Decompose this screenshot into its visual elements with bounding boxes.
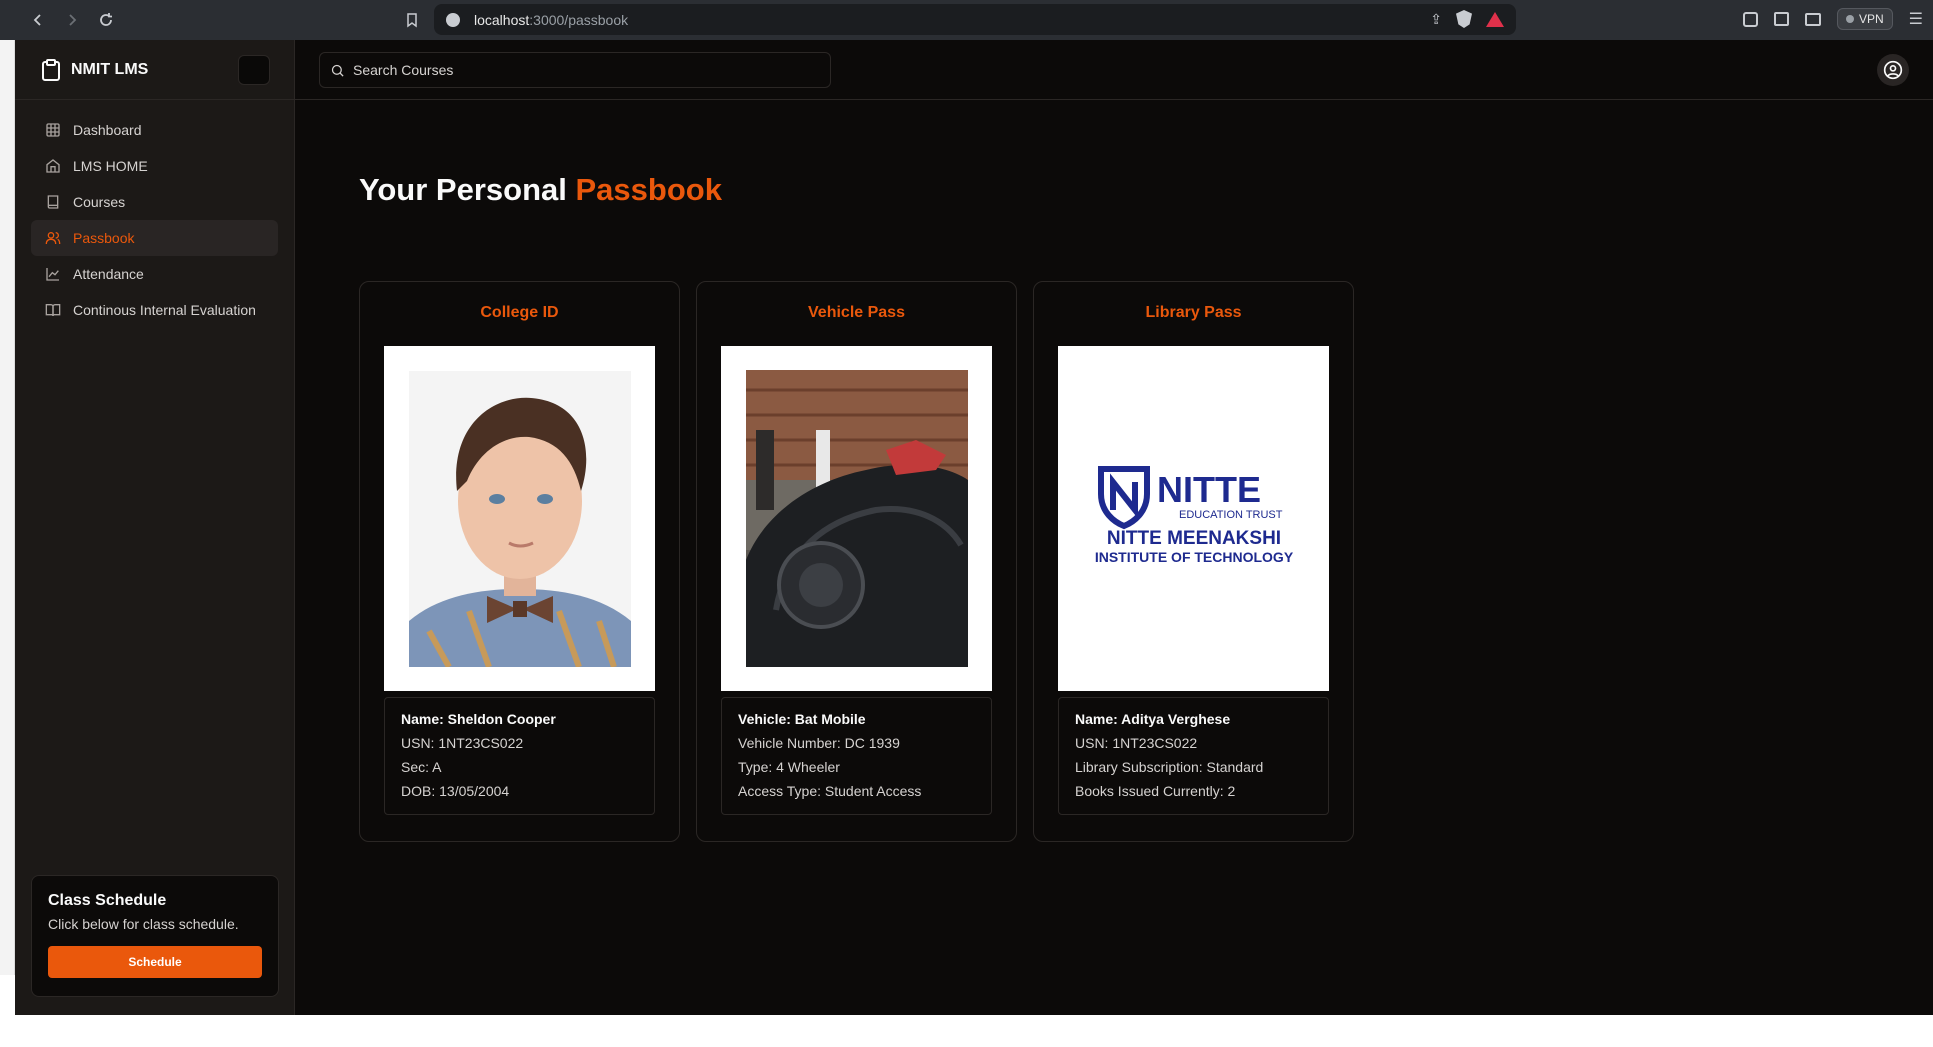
student-portrait <box>384 346 655 691</box>
clipboard-icon <box>42 58 60 81</box>
extensions-icon[interactable] <box>1742 11 1758 27</box>
nitte-logo: NITTE EDUCATION TRUST NITTE MEENAKSHI IN… <box>1058 346 1329 691</box>
url-path: :3000/passbook <box>529 11 629 28</box>
bookmark-icon[interactable] <box>398 6 426 34</box>
info-line: Vehicle Number: DC 1939 <box>738 735 900 751</box>
logo-line: NITTE MEENAKSHI <box>1106 528 1280 549</box>
users-icon <box>45 232 61 245</box>
brand-name: NMIT LMS <box>71 60 149 78</box>
page-title-prefix: Your Personal <box>359 172 576 207</box>
card-title: Library Pass <box>1145 304 1242 321</box>
batmobile-photo <box>721 346 992 691</box>
brave-shield-icon[interactable] <box>1456 10 1472 28</box>
rewards-icon[interactable] <box>1486 11 1504 27</box>
sidebar-toggle-icon[interactable] <box>1773 12 1789 26</box>
search-box <box>319 52 831 88</box>
info-line: Type: 4 Wheeler <box>738 759 840 775</box>
vehicle-info-box: Vehicle: Bat Mobile Vehicle Number: DC 1… <box>721 697 992 815</box>
logo-line: INSTITUTE OF TECHNOLOGY <box>1094 549 1293 565</box>
info-line: USN: 1NT23CS022 <box>1075 735 1198 751</box>
library-info-box: Name: Aditya Verghese USN: 1NT23CS022 Li… <box>1058 697 1329 815</box>
pass-cards: College ID Name: Sheldon Cooper USN: 1NT… <box>359 281 1354 842</box>
vehicle-pass-card: Vehicle Pass Vehicle: Bat Mobile Vehicle… <box>696 281 1017 842</box>
info-line: Books Issued Currently: 2 <box>1075 783 1236 799</box>
line-chart-icon <box>46 268 59 281</box>
window-edge <box>0 40 15 1047</box>
site-info-icon[interactable] <box>446 12 460 27</box>
page-title: Your Personal Passbook <box>359 172 722 208</box>
reload-icon[interactable] <box>92 6 120 34</box>
page-title-accent: Passbook <box>575 172 722 207</box>
url-host: localhost <box>474 11 530 28</box>
card-title: College ID <box>480 304 559 321</box>
vpn-status-icon <box>1845 15 1854 23</box>
desktop-background <box>0 1015 1933 1047</box>
info-line: DOB: 13/05/2004 <box>401 783 510 799</box>
schedule-description: Click below for class schedule. <box>48 916 239 932</box>
library-pass-card: Library Pass NITTE EDUCATION TRUST NITTE… <box>1033 281 1354 842</box>
sidebar-item-label: Courses <box>73 194 126 210</box>
info-line: Access Type: Student Access <box>738 783 922 799</box>
sidebar-item-passbook[interactable]: Passbook <box>31 220 278 256</box>
grid-icon <box>46 123 60 137</box>
sidebar: NMIT LMS Dashboard LMS HOME Courses Pass… <box>15 40 295 1015</box>
college-id-card: College ID Name: Sheldon Cooper USN: 1NT… <box>359 281 680 842</box>
logo-subtitle: EDUCATION TRUST <box>1179 509 1283 521</box>
share-icon[interactable]: ⇪ <box>1430 11 1442 28</box>
menu-icon[interactable]: ☰ <box>1909 9 1923 29</box>
logo-word: NITTE <box>1157 469 1261 510</box>
sidebar-item-lms-home[interactable]: LMS HOME <box>31 148 278 184</box>
address-bar[interactable]: localhost:3000/passbook ⇪ <box>434 4 1516 35</box>
card-title: Vehicle Pass <box>808 304 905 321</box>
vpn-label: VPN <box>1858 12 1884 26</box>
schedule-button[interactable]: Schedule <box>48 946 262 978</box>
sidebar-nav: Dashboard LMS HOME Courses Passbook Atte… <box>15 100 294 340</box>
brand-header: NMIT LMS <box>15 40 294 100</box>
topbar <box>295 40 1933 100</box>
browser-toolbar: localhost:3000/passbook ⇪ VPN ☰ <box>0 0 1933 40</box>
info-line: Sec: A <box>401 759 442 775</box>
forward-icon[interactable] <box>58 6 86 34</box>
home-icon <box>46 159 60 173</box>
main-content: Your Personal Passbook College ID Name: … <box>295 100 1933 1015</box>
vpn-button[interactable]: VPN <box>1836 8 1893 30</box>
id-info-box: Name: Sheldon Cooper USN: 1NT23CS022 Sec… <box>384 697 655 815</box>
schedule-title: Class Schedule <box>48 892 167 909</box>
book-open-icon <box>45 304 61 317</box>
sidebar-item-courses[interactable]: Courses <box>31 184 278 220</box>
theme-toggle-button[interactable] <box>238 55 270 85</box>
info-heading: Name: Sheldon Cooper <box>401 711 556 727</box>
sidebar-item-label: Continous Internal Evaluation <box>73 302 256 318</box>
wallet-icon[interactable] <box>1804 12 1821 26</box>
search-icon <box>331 64 344 77</box>
sidebar-item-dashboard[interactable]: Dashboard <box>31 112 278 148</box>
search-input[interactable] <box>353 62 813 78</box>
sidebar-item-label: Dashboard <box>73 122 142 138</box>
sidebar-item-label: Attendance <box>73 266 144 282</box>
info-line: Library Subscription: Standard <box>1075 759 1264 775</box>
info-heading: Vehicle: Bat Mobile <box>738 711 866 727</box>
sidebar-item-attendance[interactable]: Attendance <box>31 256 278 292</box>
user-circle-icon <box>1883 60 1903 80</box>
back-icon[interactable] <box>24 6 52 34</box>
info-line: USN: 1NT23CS022 <box>401 735 524 751</box>
sidebar-item-cie[interactable]: Continous Internal Evaluation <box>31 292 278 328</box>
info-heading: Name: Aditya Verghese <box>1075 711 1231 727</box>
class-schedule-card: Class Schedule Click below for class sch… <box>31 875 279 997</box>
app-window: NMIT LMS Dashboard LMS HOME Courses Pass… <box>15 40 1933 1015</box>
sidebar-item-label: LMS HOME <box>73 158 148 174</box>
user-menu-button[interactable] <box>1877 54 1909 86</box>
book-icon <box>47 195 59 209</box>
sidebar-item-label: Passbook <box>73 230 135 246</box>
